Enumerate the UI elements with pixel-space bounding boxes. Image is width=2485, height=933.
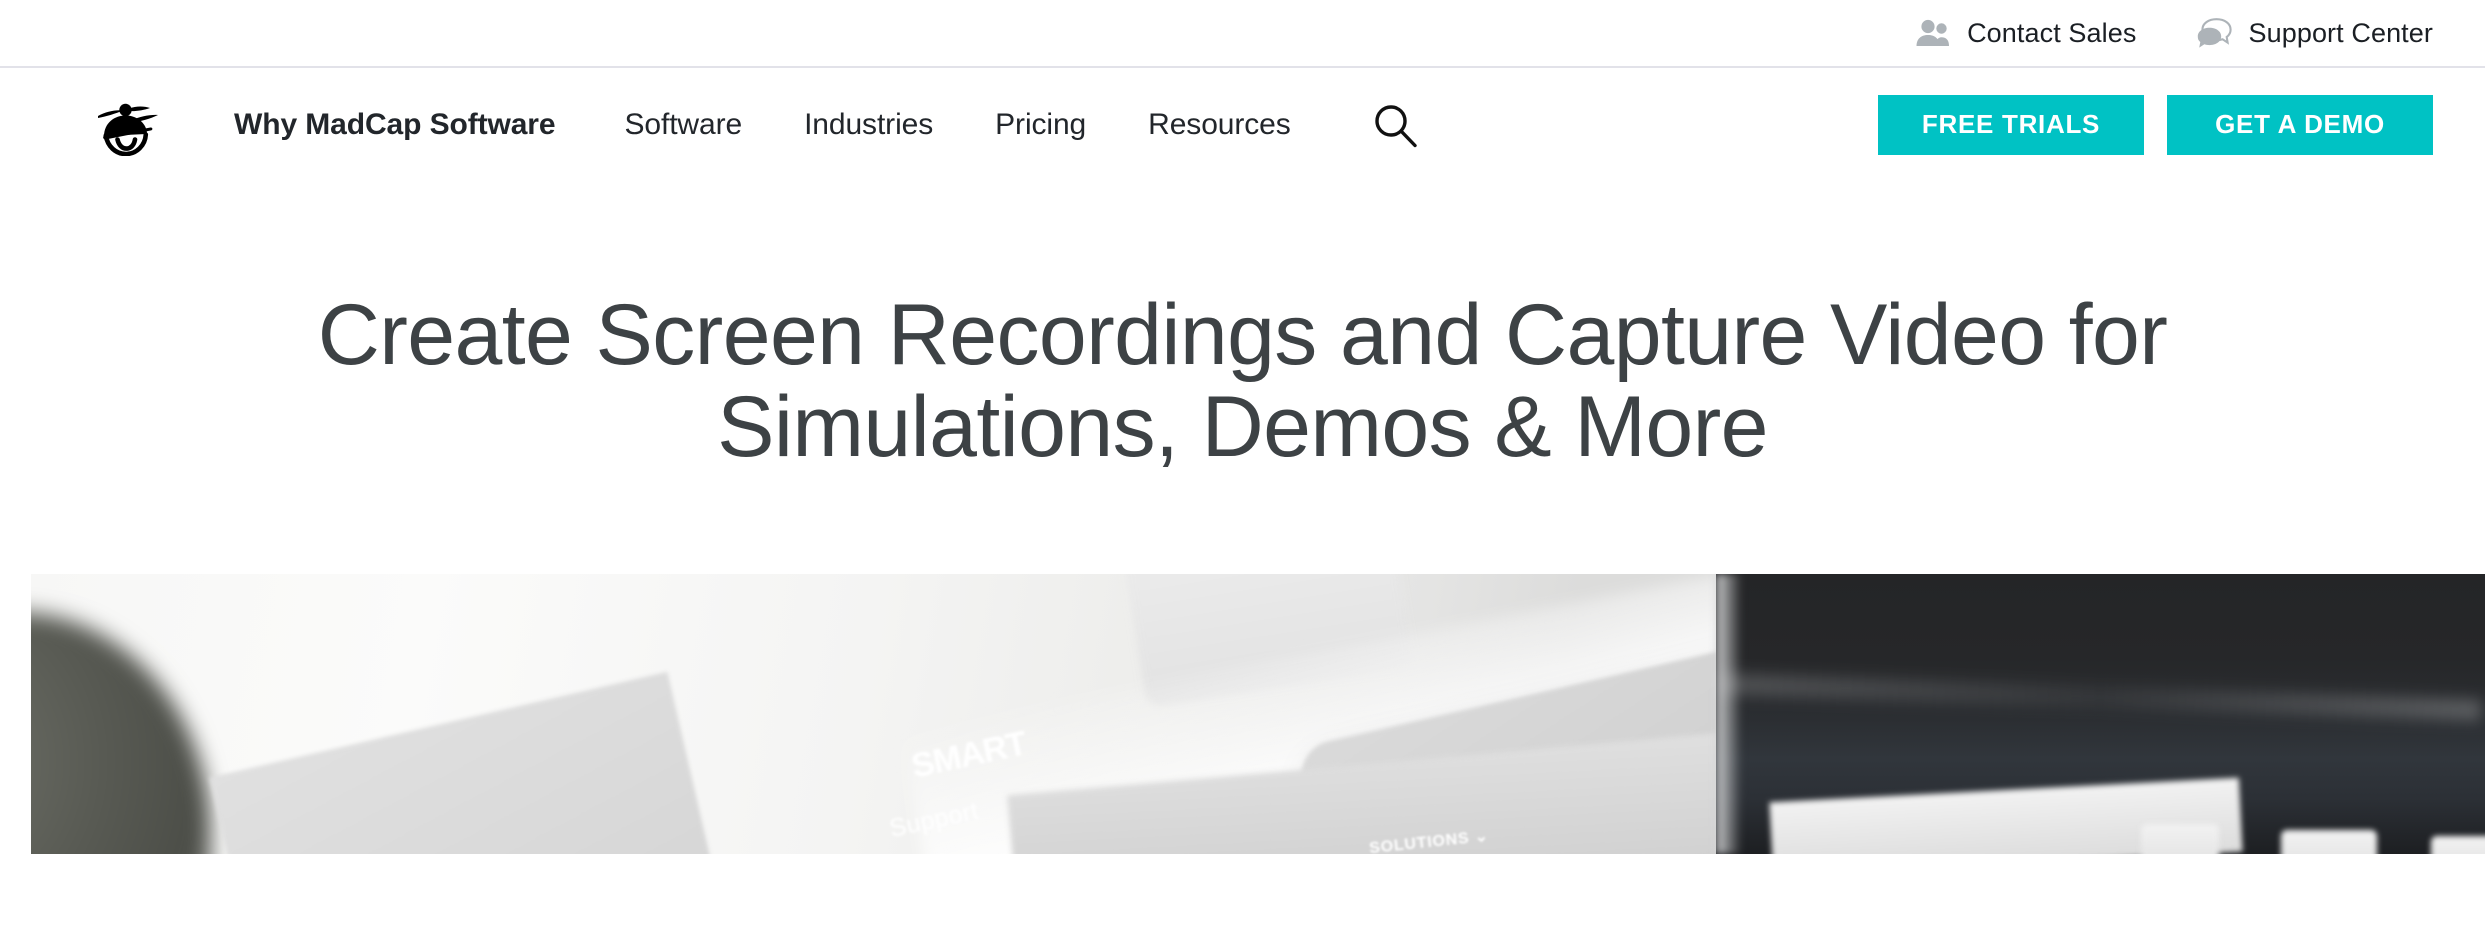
hero-image: SMART Support SOLUTIONS ⌄: [31, 574, 2485, 855]
hero-image-key: [2281, 830, 2377, 855]
chat-bubbles-icon: [2196, 18, 2234, 48]
page-title-line-1: Create Screen Recordings and Capture Vid…: [317, 287, 2168, 383]
hero-image-container: SMART Support SOLUTIONS ⌄: [0, 574, 2485, 855]
nav-item-software[interactable]: Software: [593, 108, 773, 142]
people-icon: [1915, 19, 1953, 47]
search-button[interactable]: [1372, 102, 1418, 148]
nav-item-resources[interactable]: Resources: [1117, 108, 1322, 142]
utility-bar: Contact Sales Support Center: [0, 0, 2485, 68]
utility-link-label: Contact Sales: [1967, 17, 2137, 48]
madcap-logo[interactable]: [92, 94, 162, 156]
hero-image-key: [2431, 836, 2485, 855]
nav-item-industries[interactable]: Industries: [773, 108, 964, 142]
page-title-line-2: Simulations, Demos & More: [717, 379, 1768, 476]
page-title: Create Screen Recordings and Capture Vid…: [0, 289, 2485, 473]
nav-item-pricing[interactable]: Pricing: [964, 108, 1117, 142]
utility-link-label: Support Center: [2248, 17, 2433, 48]
get-a-demo-button[interactable]: GET A DEMO: [2167, 94, 2433, 155]
nav-item-why-madcap-software[interactable]: Why MadCap Software: [234, 108, 593, 142]
header-cta-group: FREE TRIALS GET A DEMO: [1878, 94, 2433, 155]
hero-section: Create Screen Recordings and Capture Vid…: [0, 181, 2485, 855]
search-icon: [1372, 104, 1418, 151]
main-navigation-bar: Why MadCap Software Software Industries …: [0, 68, 2485, 181]
utility-link-contact-sales[interactable]: Contact Sales: [1915, 18, 2136, 49]
primary-nav: Why MadCap Software Software Industries …: [234, 108, 1322, 142]
hero-image-key: [2141, 824, 2219, 855]
utility-link-support-center[interactable]: Support Center: [2196, 18, 2433, 49]
free-trials-button[interactable]: FREE TRIALS: [1878, 94, 2144, 155]
